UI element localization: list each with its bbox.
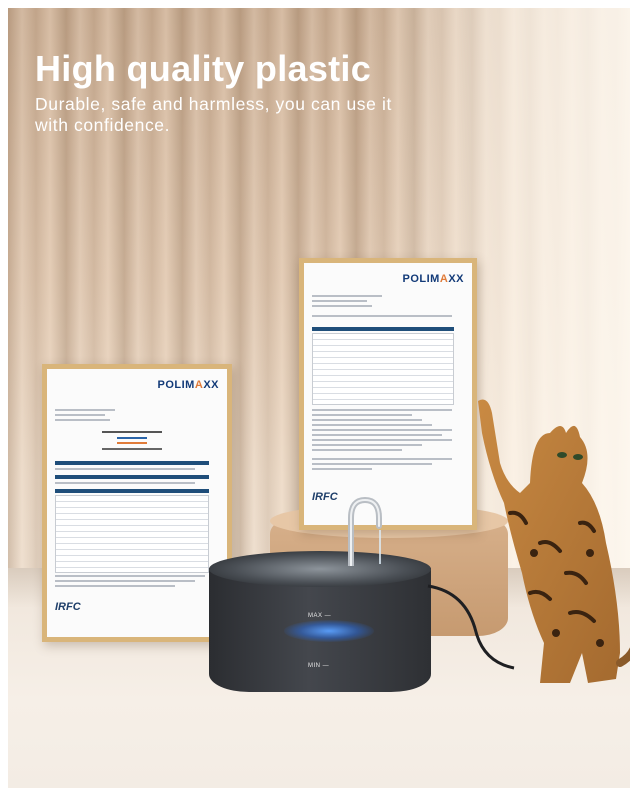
subtitle: Durable, safe and harmless, you can use … [35,94,392,135]
fountain-rim [209,551,431,587]
page-title: High quality plastic [35,48,372,89]
certificate-brand: POLIMAXX [402,273,464,285]
min-label: MIN — [308,663,330,669]
cat-image [478,399,630,683]
certificate-issuer: IRFC [55,601,81,613]
fountain-light [284,620,374,642]
product-image: POLIMAXX IRFC POLIMAXX IRFC MAX — MIN — … [8,8,630,788]
faucet-icon [348,496,382,566]
max-label: MAX — [308,613,332,619]
certificate-brand: POLIMAXX [157,379,219,391]
certificate-left: POLIMAXX IRFC [42,364,232,642]
certificate-issuer: IRFC [312,491,338,503]
certificate-right: POLIMAXX IRFC [299,258,477,530]
